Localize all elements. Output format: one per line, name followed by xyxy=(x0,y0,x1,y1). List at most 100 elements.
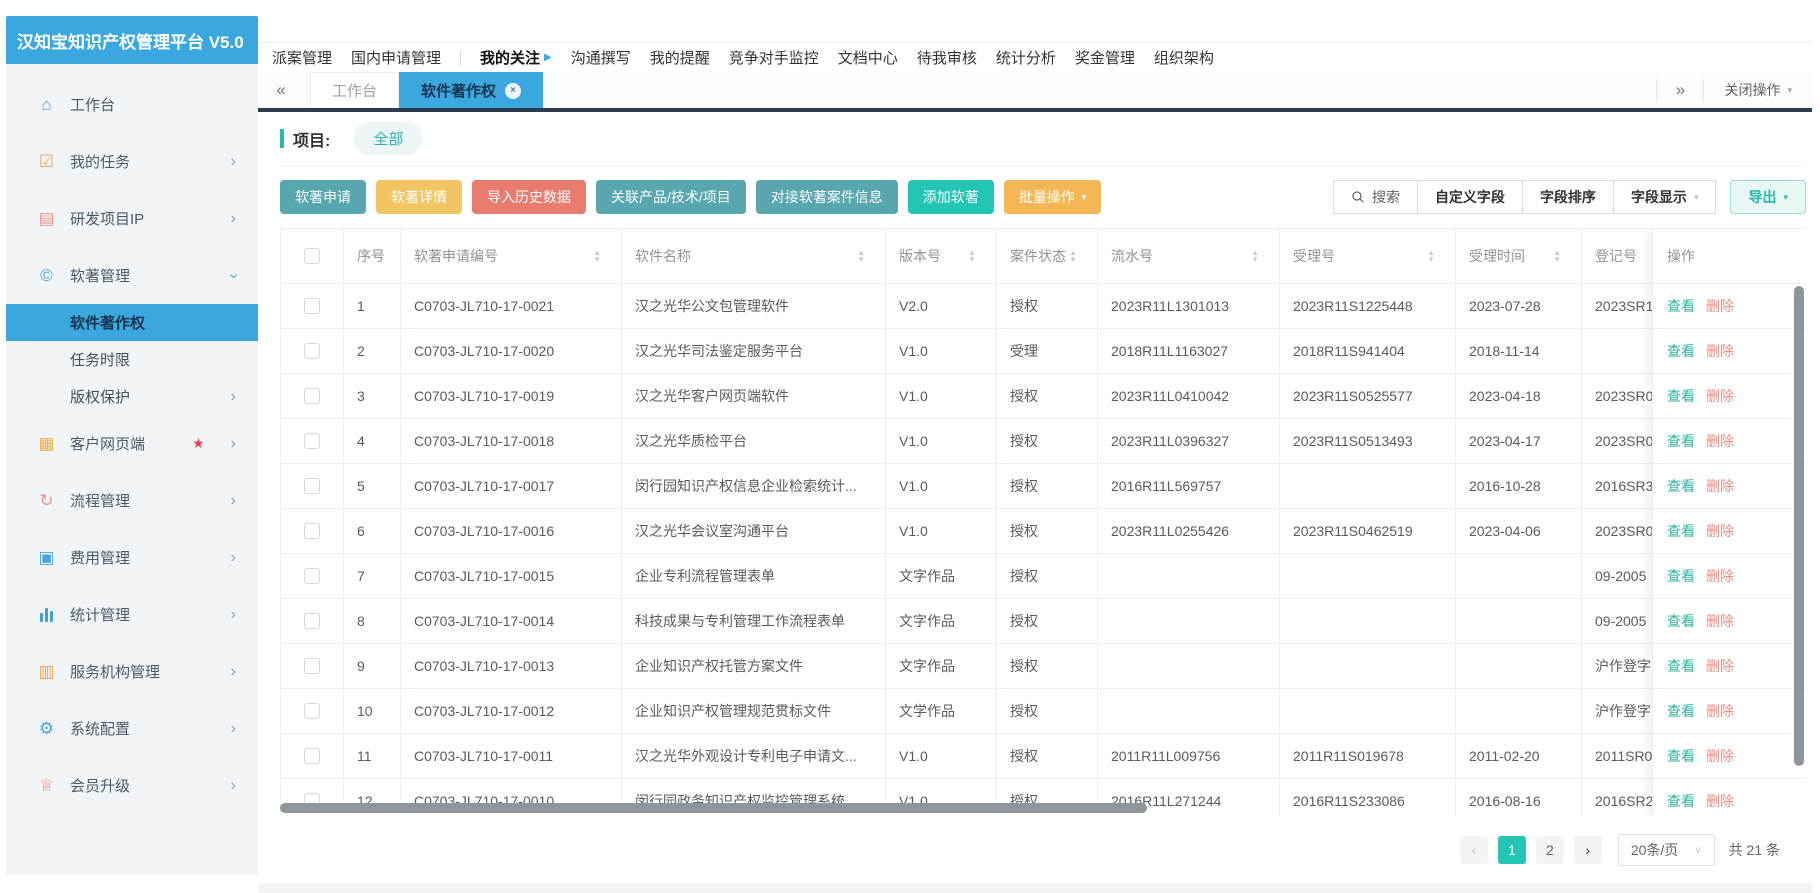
page-button-2[interactable]: 2 xyxy=(1536,836,1564,864)
sort-icon[interactable]: ▲▼ xyxy=(857,250,865,262)
sidebar-item-my-tasks[interactable]: ☑我的任务› xyxy=(6,133,258,190)
button-搜索[interactable]: 搜索 xyxy=(1333,180,1418,214)
view-link[interactable]: 查看 xyxy=(1667,566,1695,586)
row-checkbox[interactable] xyxy=(304,748,320,764)
sidebar-item-software-mgmt[interactable]: ©软著管理› xyxy=(6,247,258,304)
button-对接软著案件信息[interactable]: 对接软著案件信息 xyxy=(756,180,898,214)
view-link[interactable]: 查看 xyxy=(1667,611,1695,631)
sidebar-item-service-org-mgmt[interactable]: ▥服务机构管理› xyxy=(6,643,258,700)
view-link[interactable]: 查看 xyxy=(1667,521,1695,541)
delete-link[interactable]: 删除 xyxy=(1706,341,1734,361)
delete-link[interactable]: 删除 xyxy=(1706,701,1734,721)
row-checkbox[interactable] xyxy=(304,703,320,719)
view-link[interactable]: 查看 xyxy=(1667,746,1695,766)
column-header-serial_no[interactable]: 流水号▲▼ xyxy=(1098,229,1280,283)
nav-item[interactable]: 组织架构 xyxy=(1154,47,1214,68)
tab-工作台[interactable]: 工作台 xyxy=(310,72,399,108)
sort-icon[interactable]: ▲▼ xyxy=(593,250,601,262)
column-header-accept_no[interactable]: 受理号▲▼ xyxy=(1280,229,1456,283)
export-button[interactable]: 导出▾ xyxy=(1730,180,1806,214)
delete-link[interactable]: 删除 xyxy=(1706,656,1734,676)
sort-icon[interactable]: ▲▼ xyxy=(1427,250,1435,262)
row-checkbox[interactable] xyxy=(304,523,320,539)
delete-link[interactable]: 删除 xyxy=(1706,791,1734,811)
sort-icon[interactable]: ▲▼ xyxy=(1251,250,1259,262)
row-checkbox[interactable] xyxy=(304,298,320,314)
close-icon[interactable]: × xyxy=(505,83,521,99)
row-checkbox[interactable] xyxy=(304,658,320,674)
sidebar-item-process-mgmt[interactable]: ↻流程管理› xyxy=(6,472,258,529)
delete-link[interactable]: 删除 xyxy=(1706,296,1734,316)
vertical-scrollbar[interactable] xyxy=(1794,286,1804,766)
next-page-button[interactable]: › xyxy=(1574,836,1602,864)
sidebar-item-software-copyright[interactable]: 软件著作权 xyxy=(6,304,258,341)
sidebar-item-stats-mgmt[interactable]: 统计管理› xyxy=(6,586,258,643)
delete-link[interactable]: 删除 xyxy=(1706,476,1734,496)
nav-item[interactable]: 待我审核 xyxy=(917,47,977,68)
delete-link[interactable]: 删除 xyxy=(1706,386,1734,406)
row-checkbox[interactable] xyxy=(304,568,320,584)
view-link[interactable]: 查看 xyxy=(1667,701,1695,721)
nav-item[interactable]: 统计分析 xyxy=(996,47,1056,68)
sidebar-item-client-web[interactable]: ▦客户网页端★› xyxy=(6,415,258,472)
row-checkbox[interactable] xyxy=(304,478,320,494)
row-checkbox[interactable] xyxy=(304,388,320,404)
nav-item[interactable]: 派案管理 xyxy=(272,47,332,68)
sort-icon[interactable]: ▲▼ xyxy=(968,250,976,262)
button-批量操作[interactable]: 批量操作▾ xyxy=(1004,180,1102,214)
scroll-tabs-left-button[interactable]: « xyxy=(258,72,304,108)
column-header-app_no[interactable]: 软著申请编号▲▼ xyxy=(401,229,622,283)
column-header-version[interactable]: 版本号▲▼ xyxy=(886,229,997,283)
view-link[interactable]: 查看 xyxy=(1667,476,1695,496)
view-link[interactable]: 查看 xyxy=(1667,791,1695,811)
button-字段显示[interactable]: 字段显示▾ xyxy=(1613,180,1717,214)
project-filter-all-pill[interactable]: 全部 xyxy=(354,122,422,155)
select-all-checkbox[interactable] xyxy=(304,248,320,264)
nav-item[interactable]: 我的提醒 xyxy=(650,47,710,68)
nav-item-active[interactable]: 我的关注▶ xyxy=(480,47,552,68)
sidebar-item-rd-project-ip[interactable]: ▤研发项目IP› xyxy=(6,190,258,247)
delete-link[interactable]: 删除 xyxy=(1706,566,1734,586)
sort-icon[interactable]: ▲▼ xyxy=(1553,250,1561,262)
delete-link[interactable]: 删除 xyxy=(1706,611,1734,631)
delete-link[interactable]: 删除 xyxy=(1706,431,1734,451)
button-添加软著[interactable]: 添加软著 xyxy=(908,180,994,214)
sort-icon[interactable]: ▲▼ xyxy=(1069,250,1077,262)
sidebar-item-copyright-protection[interactable]: 版权保护› xyxy=(6,378,258,415)
delete-link[interactable]: 删除 xyxy=(1706,746,1734,766)
button-自定义字段[interactable]: 自定义字段 xyxy=(1417,180,1523,214)
button-软著详情[interactable]: 软著详情 xyxy=(376,180,462,214)
sidebar-item-fee-mgmt[interactable]: ▣费用管理› xyxy=(6,529,258,586)
column-header-name[interactable]: 软件名称▲▼ xyxy=(622,229,886,283)
sidebar-item-system-config[interactable]: ⚙系统配置› xyxy=(6,700,258,757)
sidebar-item-workbench[interactable]: ⌂工作台 xyxy=(6,76,258,133)
scroll-tabs-right-button[interactable]: » xyxy=(1657,80,1703,100)
view-link[interactable]: 查看 xyxy=(1667,656,1695,676)
page-size-select[interactable]: 20条/页∨ xyxy=(1618,834,1715,866)
button-字段排序[interactable]: 字段排序 xyxy=(1522,180,1614,214)
row-checkbox[interactable] xyxy=(304,433,320,449)
view-link[interactable]: 查看 xyxy=(1667,341,1695,361)
sidebar-item-member-upgrade[interactable]: ♕会员升级› xyxy=(6,757,258,814)
row-checkbox[interactable] xyxy=(304,343,320,359)
nav-item[interactable]: 国内申请管理 xyxy=(351,47,441,68)
row-checkbox[interactable] xyxy=(304,613,320,629)
page-button-1[interactable]: 1 xyxy=(1498,836,1526,864)
delete-link[interactable]: 删除 xyxy=(1706,521,1734,541)
nav-item[interactable]: 竞争对手监控 xyxy=(729,47,819,68)
button-关联产品/技术/项目[interactable]: 关联产品/技术/项目 xyxy=(596,180,746,214)
view-link[interactable]: 查看 xyxy=(1667,296,1695,316)
close-operations-button[interactable]: 关闭操作 ▾ xyxy=(1704,80,1812,100)
sidebar-item-task-deadline[interactable]: 任务时限 xyxy=(6,341,258,378)
nav-item[interactable]: 沟通撰写 xyxy=(571,47,631,68)
column-header-accept_date[interactable]: 受理时间▲▼ xyxy=(1456,229,1582,283)
column-header-status[interactable]: 案件状态▲▼ xyxy=(997,229,1098,283)
prev-page-button[interactable]: ‹ xyxy=(1460,836,1488,864)
button-软著申请[interactable]: 软著申请 xyxy=(280,180,366,214)
horizontal-scrollbar[interactable] xyxy=(280,803,1147,813)
view-link[interactable]: 查看 xyxy=(1667,431,1695,451)
nav-item[interactable]: 奖金管理 xyxy=(1075,47,1135,68)
tab-软件著作权[interactable]: 软件著作权× xyxy=(399,72,543,108)
button-导入历史数据[interactable]: 导入历史数据 xyxy=(472,180,586,214)
view-link[interactable]: 查看 xyxy=(1667,386,1695,406)
